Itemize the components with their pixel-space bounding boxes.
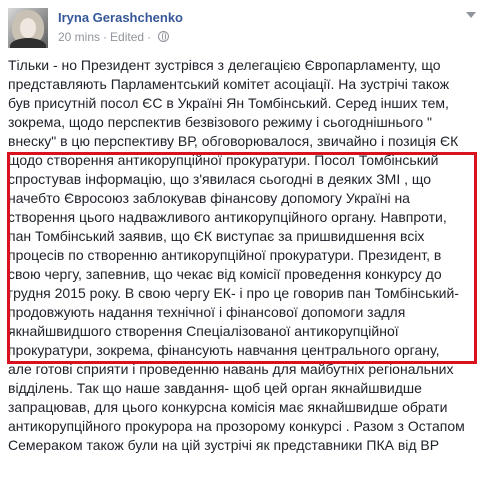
post-line: щодо створення антикорупційної прокурату… (8, 152, 439, 168)
author-name-link[interactable]: Iryna Gerashchenko (58, 10, 183, 25)
post-line: процесів по створенню антикорупційної пр… (8, 247, 442, 263)
post-line: продовжують надання технічної і фінансов… (8, 304, 406, 320)
edited-label[interactable]: Edited (110, 30, 144, 44)
post-line: відділень. Так що наше завдання- щоб цей… (8, 380, 422, 396)
post-line: внеску" в цю перспективу ВР, обговорювал… (8, 133, 459, 149)
post-line: антикорупційного прокурора на прозорому … (8, 418, 465, 434)
globe-icon[interactable] (158, 31, 170, 42)
post-line: свою чергу, запевнив, що чекає від коміс… (8, 266, 442, 282)
post-line: створення цього надважливого антикорупці… (8, 209, 447, 225)
post-line: якнайшвидшого створення Спеціалізованої … (8, 323, 399, 339)
post-line: начебто Євросоюз заблокував фінансову до… (8, 190, 410, 206)
post-line: спростував інформацію, що з'явилася сьог… (8, 171, 432, 187)
meta-separator: · (103, 30, 108, 44)
meta-separator-2: · (147, 30, 152, 44)
chevron-down-icon[interactable] (466, 12, 476, 18)
post-line: Семераком також були на цій зустрічі як … (8, 437, 440, 453)
post-line: запрацював, для цього конкурсна комісія … (8, 399, 448, 415)
post-line: але готові сприяти і проведенню навань д… (8, 361, 454, 377)
post-line: був присутній посол ЄС в Україні Ян Томб… (8, 95, 449, 111)
post-header: Iryna Gerashchenko 20 mins · Edited · (8, 8, 478, 52)
post-line: Тільки - но Президент зустрівся з делега… (8, 57, 441, 73)
post-timestamp[interactable]: 20 mins (58, 30, 100, 44)
post-line: прокуратури, зокрема, фінансують навчанн… (8, 342, 440, 358)
post-line: пан Томбінський заявив, що ЄК виступає з… (8, 228, 425, 244)
post-meta: 20 mins · Edited · (58, 30, 170, 44)
avatar[interactable] (8, 8, 48, 48)
post-line: зокрема, щодо перспектив безвізового реж… (8, 114, 433, 130)
post-text: Тільки - но Президент зустрівся з делега… (8, 56, 478, 455)
post-line: грудня 2015 року. В свою чергу ЕК- і про… (8, 285, 459, 301)
post-line: представляють Парламентський комітет асо… (8, 76, 450, 92)
